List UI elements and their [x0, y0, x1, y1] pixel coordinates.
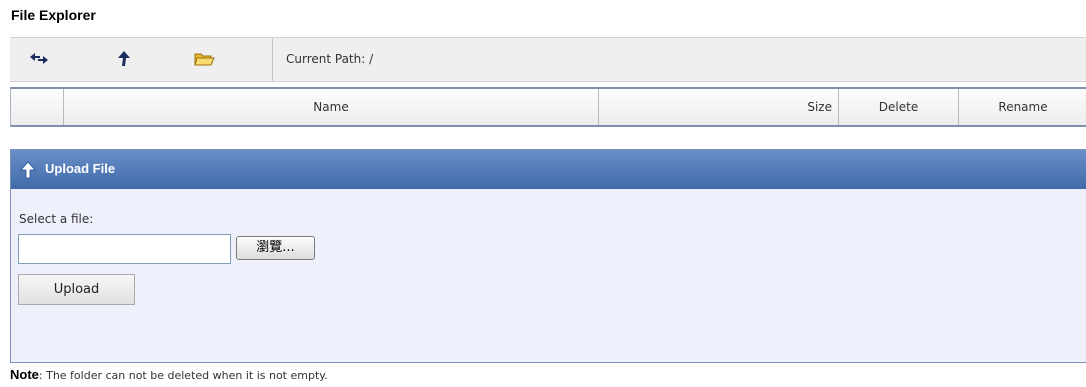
column-select[interactable] — [11, 89, 64, 125]
file-grid-header: Name Size Delete Rename — [10, 87, 1086, 127]
note-prefix: Note — [10, 367, 39, 382]
note-text: Note: The folder can not be deleted when… — [10, 367, 328, 382]
page-title: File Explorer — [11, 7, 96, 23]
current-path: Current Path: / — [286, 52, 374, 66]
column-delete[interactable]: Delete — [839, 89, 959, 125]
toolbar-divider — [272, 38, 273, 81]
note-message: : The folder can not be deleted when it … — [38, 369, 328, 382]
upload-button[interactable]: Upload — [18, 274, 135, 305]
upload-panel: Upload File Select a file: 瀏覽... Upload — [10, 149, 1086, 363]
browse-button[interactable]: 瀏覽... — [236, 236, 315, 260]
up-arrow-icon[interactable] — [113, 49, 135, 69]
column-name[interactable]: Name — [64, 89, 599, 125]
upload-panel-header: Upload File — [11, 150, 1086, 189]
upload-panel-title: Upload File — [45, 161, 116, 176]
file-path-input[interactable] — [18, 234, 231, 264]
toolbar: Current Path: / — [10, 37, 1086, 82]
refresh-arrows-icon[interactable] — [28, 49, 50, 69]
select-file-label: Select a file: — [19, 212, 94, 226]
column-rename[interactable]: Rename — [959, 89, 1086, 125]
open-folder-icon[interactable] — [193, 49, 215, 69]
column-size[interactable]: Size — [599, 89, 839, 125]
upload-arrow-icon — [20, 161, 36, 179]
